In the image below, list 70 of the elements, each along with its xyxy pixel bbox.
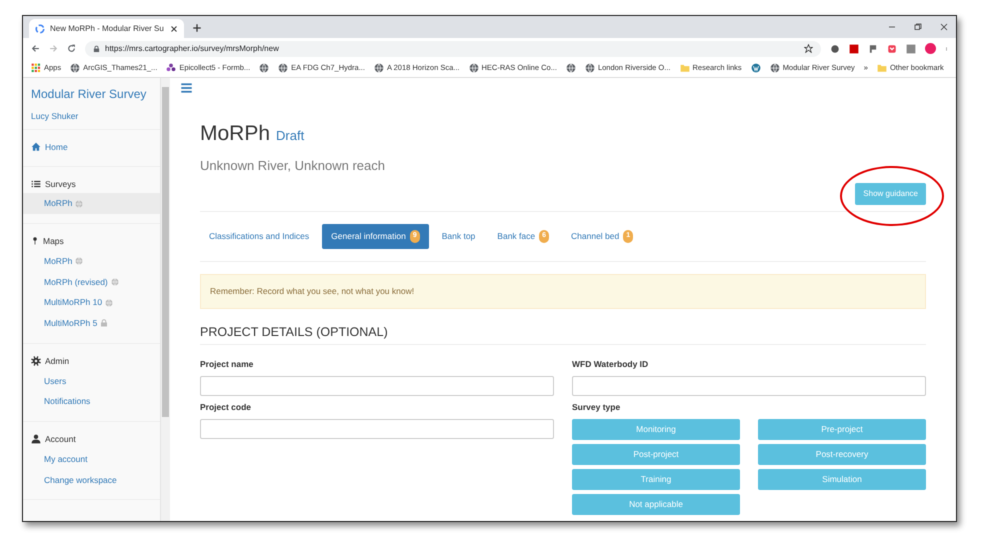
input-field[interactable]: [572, 376, 926, 396]
sidebar-item[interactable]: MoRPh: [23, 193, 160, 214]
globe-icon: [584, 63, 595, 73]
list-icon: [31, 178, 41, 189]
flower-icon: [166, 63, 176, 73]
globe-icon: [110, 278, 119, 286]
globe-icon[interactable]: [259, 63, 270, 73]
lock-icon: [93, 44, 100, 52]
user-link[interactable]: Lucy Shuker: [23, 105, 160, 130]
gear-icon: [31, 356, 41, 366]
person-icon: [31, 434, 41, 444]
flag-icon[interactable]: [868, 44, 878, 54]
close-icon[interactable]: [170, 24, 178, 32]
folder-icon: [876, 63, 887, 73]
tab[interactable]: Classifications and Indices: [200, 224, 318, 249]
restore-icon[interactable]: [914, 23, 922, 31]
field-label: WFD Waterbody ID: [572, 358, 650, 371]
address-bar[interactable]: https://mrs.cartographer.io/survey/mrsMorph/new: [85, 40, 821, 56]
globe-icon: [75, 257, 84, 266]
pocket-icon[interactable]: [887, 44, 897, 54]
globe-icon: [278, 63, 288, 73]
section-heading: Surveys: [45, 178, 76, 190]
back-arrow-icon[interactable]: [31, 44, 40, 53]
reload-icon[interactable]: [67, 44, 76, 53]
home-icon: [31, 142, 41, 152]
section-heading: Admin: [45, 354, 70, 368]
globe-icon: [75, 200, 84, 208]
sidebar-item[interactable]: Notifications: [23, 391, 160, 412]
menu-icon[interactable]: [180, 82, 193, 94]
globe-icon: [105, 298, 114, 307]
sidebar-item[interactable]: My account: [23, 448, 160, 470]
pin-icon: [31, 236, 39, 246]
globe-icon: [770, 63, 780, 73]
lock-icon: [100, 319, 108, 328]
star-icon[interactable]: [804, 44, 813, 53]
loading-icon: [35, 24, 45, 34]
circle-icon[interactable]: [830, 44, 840, 54]
field-label: Project name: [200, 358, 254, 371]
page-subtitle: Unknown River, Unknown reach: [200, 156, 386, 174]
sidebar-item[interactable]: MoRPh: [23, 250, 160, 272]
field-label: Project code: [200, 401, 252, 414]
globe-icon[interactable]: [566, 63, 576, 73]
sidebar-item[interactable]: Change workspace: [23, 470, 160, 490]
input-field[interactable]: [200, 376, 554, 396]
app-title[interactable]: Modular River Survey: [23, 78, 160, 105]
scrollbar-thumb[interactable]: [162, 87, 169, 417]
sidebar-item[interactable]: MoRPh (revised): [23, 272, 160, 292]
section-heading: Maps: [43, 235, 64, 248]
tab[interactable]: Bank top: [432, 224, 484, 249]
globe-icon: [70, 63, 80, 73]
home-link[interactable]: Home: [23, 138, 160, 156]
section-heading: Account: [45, 433, 76, 446]
status-label: Draft: [276, 127, 304, 145]
sidebar-item[interactable]: Users: [23, 370, 160, 392]
new-tab-icon[interactable]: [192, 23, 202, 33]
sidebar-item[interactable]: MultiMoRPh 10: [23, 292, 160, 313]
close-icon[interactable]: [940, 23, 948, 31]
globe-icon: [374, 63, 384, 73]
apps-grid-icon: [31, 63, 41, 73]
sidebar-item[interactable]: MultiMoRPh 5: [23, 313, 160, 334]
folder-icon: [680, 63, 690, 73]
section-heading: PROJECT DETAILS (OPTIONAL): [200, 322, 926, 346]
avatar-icon[interactable]: [925, 43, 936, 54]
browser-tab[interactable]: New MoRPh - Modular River Su: [29, 19, 184, 38]
field-label: Survey type: [572, 401, 622, 414]
page-title: MoRPh: [200, 121, 270, 147]
input-field[interactable]: [200, 418, 554, 439]
alert-message: Remember: Record what you see, not what you know!: [200, 274, 926, 308]
globe-icon: [468, 63, 478, 73]
wordpress-icon[interactable]: [750, 63, 761, 73]
